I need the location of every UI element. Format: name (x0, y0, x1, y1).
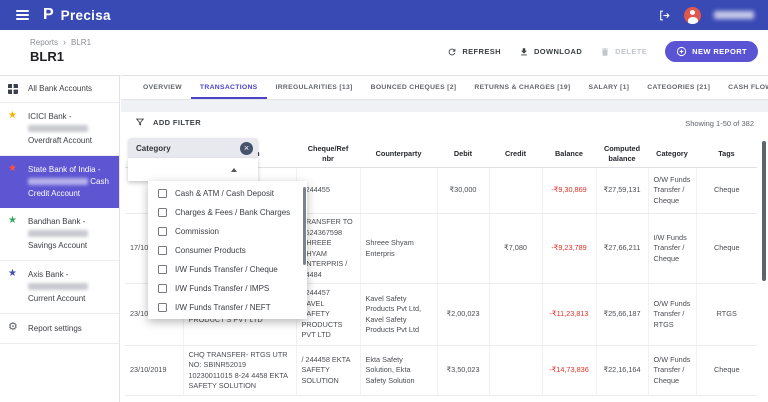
col-debit[interactable]: Debit (437, 141, 489, 168)
star-icon: ★ (8, 216, 17, 226)
main-content: OVERVIEW TRANSACTIONS IRREGULARITIES [13… (121, 75, 768, 402)
table-row[interactable]: 23/10/2019 CHQ TRANSFER- RTGS UTR NO: SB… (125, 346, 757, 396)
filter-chip-label: Category (136, 144, 171, 153)
result-count: Showing 1-50 of 382 (685, 119, 754, 128)
star-icon: ★ (8, 269, 17, 279)
tab-transactions[interactable]: TRANSACTIONS (191, 76, 267, 99)
tab-irregularities[interactable]: IRREGULARITIES [13] (267, 76, 362, 99)
tab-cash-flow[interactable]: CASH FLOW (719, 76, 768, 99)
brand-name: Precisa (61, 8, 111, 23)
report-header: Reports › BLR1 BLR1 REFRESH DOWNLOAD DEL… (0, 30, 768, 75)
add-filter-button[interactable]: ADD FILTER (135, 117, 201, 127)
col-credit[interactable]: Credit (489, 141, 542, 168)
breadcrumb: Reports › BLR1 (30, 37, 91, 47)
checkbox[interactable] (158, 227, 167, 236)
redacted-account-number (28, 178, 88, 185)
breadcrumb-reports-link[interactable]: Reports (30, 38, 58, 47)
checkbox[interactable] (158, 189, 167, 198)
option-commission[interactable]: Commission (148, 222, 307, 241)
checkbox[interactable] (158, 284, 167, 293)
checkbox[interactable] (158, 303, 167, 312)
precisa-logo-icon: P (43, 6, 54, 24)
sidebar-item-report-settings[interactable]: ⚙ Report settings (0, 314, 119, 344)
category-filter-chip[interactable]: Category × (128, 138, 258, 158)
redacted-account-number (28, 125, 88, 132)
background-band (121, 100, 768, 112)
checkbox[interactable] (158, 265, 167, 274)
grid-icon (8, 84, 18, 94)
option-cash-atm-cash-deposit[interactable]: Cash & ATM / Cash Deposit (148, 184, 307, 203)
report-settings-label: Report settings (28, 324, 82, 333)
delete-button: DELETE (600, 47, 647, 57)
checkbox[interactable] (158, 246, 167, 255)
chevron-right-icon: › (63, 37, 66, 47)
option-charges-fees-bank-charges[interactable]: Charges & Fees / Bank Charges (148, 203, 307, 222)
option-consumer-products[interactable]: Consumer Products (148, 241, 307, 260)
tab-salary[interactable]: SALARY [1] (579, 76, 638, 99)
funnel-icon (135, 117, 145, 127)
col-category[interactable]: Category (648, 141, 696, 168)
sidebar-item-icici-bank[interactable]: ★ ICICI Bank - Overdraft Account (0, 103, 119, 156)
category-select-input[interactable] (128, 158, 258, 181)
redacted-account-number (28, 283, 88, 290)
sidebar-item-bandhan-bank[interactable]: ★ Bandhan Bank - Savings Account (0, 208, 119, 261)
menu-icon[interactable] (16, 10, 29, 20)
bank-account-text: ICICI Bank - Overdraft Account (28, 111, 113, 147)
accounts-sidebar: All Bank Accounts ★ ICICI Bank - Overdra… (0, 75, 120, 402)
col-tags[interactable]: Tags (696, 141, 757, 168)
option-iw-funds-transfer-imps[interactable]: I/W Funds Transfer / IMPS (148, 279, 307, 298)
star-icon: ★ (8, 111, 17, 121)
refresh-button[interactable]: REFRESH (447, 47, 501, 57)
col-cheque-ref[interactable]: Cheque/Ref nbr (296, 141, 360, 168)
col-balance[interactable]: Balance (542, 141, 596, 168)
username-redacted (714, 11, 754, 19)
star-icon: ★ (8, 164, 17, 174)
gear-icon: ⚙ (8, 322, 18, 332)
logout-icon[interactable] (658, 9, 671, 22)
bank-account-text: Axis Bank - Current Account (28, 269, 113, 305)
tab-returns-charges[interactable]: RETURNS & CHARGES [19] (465, 76, 579, 99)
tab-categories[interactable]: CATEGORIES [21] (638, 76, 719, 99)
col-counterparty[interactable]: Counterparty (360, 141, 437, 168)
option-iw-funds-transfer-neft[interactable]: I/W Funds Transfer / NEFT (148, 298, 307, 317)
tab-overview[interactable]: OVERVIEW (134, 76, 191, 99)
user-avatar[interactable] (684, 7, 701, 24)
dropdown-scrollbar[interactable] (303, 187, 306, 265)
category-dropdown: Cash & ATM / Cash Deposit Charges & Fees… (148, 181, 307, 319)
bank-account-text: Bandhan Bank - Savings Account (28, 216, 113, 252)
chevron-up-icon (231, 168, 237, 172)
app-window: P Precisa Reports › BLR1 BLR1 REFRESH DO… (0, 0, 768, 402)
all-accounts-label: All Bank Accounts (28, 84, 92, 93)
download-button[interactable]: DOWNLOAD (519, 47, 582, 57)
tab-bounced-cheques[interactable]: BOUNCED CHEQUES [2] (362, 76, 466, 99)
redacted-account-number (28, 230, 88, 237)
bank-account-text: State Bank of India - Cash Credit Accoun… (28, 164, 113, 200)
checkbox[interactable] (158, 208, 167, 217)
option-iw-funds-transfer-cheque[interactable]: I/W Funds Transfer / Cheque (148, 260, 307, 279)
col-computed-balance[interactable]: Computed balance (596, 141, 648, 168)
table-scrollbar[interactable] (762, 141, 766, 281)
top-app-bar: P Precisa (0, 0, 768, 30)
tab-strip: OVERVIEW TRANSACTIONS IRREGULARITIES [13… (121, 76, 768, 100)
category-filter-popup: Category × Cash & ATM / Cash Deposit Cha… (128, 138, 258, 181)
breadcrumb-current: BLR1 (71, 38, 91, 47)
new-report-button[interactable]: NEW REPORT (665, 41, 758, 62)
sidebar-item-axis-bank[interactable]: ★ Axis Bank - Current Account (0, 261, 119, 314)
sidebar-item-state-bank-of-india[interactable]: ★ State Bank of India - Cash Credit Acco… (0, 156, 119, 208)
toolbar: REFRESH DOWNLOAD DELETE NEW REPORT (447, 41, 758, 62)
page-title: BLR1 (30, 49, 64, 64)
close-icon[interactable]: × (240, 142, 253, 155)
sidebar-item-all-bank-accounts[interactable]: All Bank Accounts (0, 76, 119, 103)
